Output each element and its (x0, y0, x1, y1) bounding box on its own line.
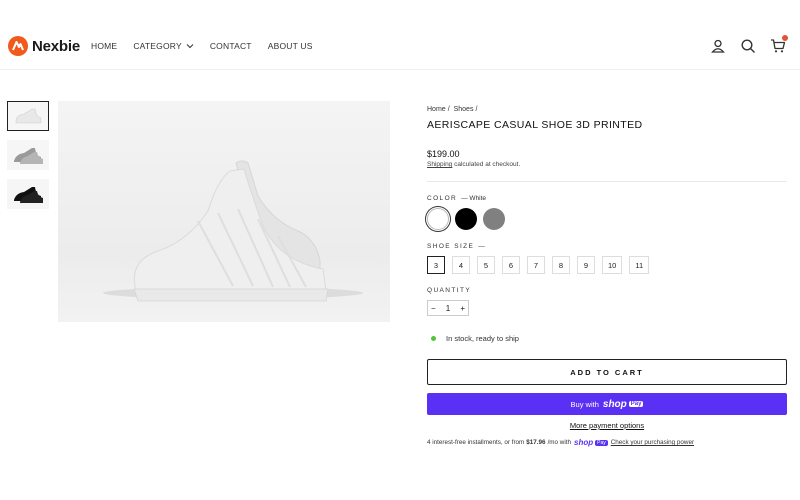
nav-home[interactable]: HOME (91, 41, 117, 51)
thumbnail-list (7, 101, 49, 218)
site-header: Nexbie HOME CATEGORY CONTACT ABOUT US (0, 0, 800, 70)
size-option[interactable]: 3 (427, 256, 445, 274)
brand-name: Nexbie (32, 37, 80, 55)
in-stock-dot-icon (431, 336, 436, 341)
product-title: AERISCAPE CASUAL SHOE 3D PRINTED (427, 119, 643, 131)
divider (427, 181, 787, 182)
shoe-thumbnail-image (15, 108, 42, 124)
qty-increase-button[interactable]: + (460, 304, 465, 313)
installments-note: 4 interest-free installments, or from $1… (427, 438, 695, 447)
size-option[interactable]: 9 (577, 256, 595, 274)
size-option[interactable]: 6 (502, 256, 520, 274)
size-label: SHOE SIZE — (427, 243, 485, 250)
shoe-illustration (103, 160, 363, 302)
shop-pay-logo: shop (602, 398, 627, 410)
product-info: Home / Shoes / AERISCAPE CASUAL SHOE 3D PR… (427, 106, 787, 447)
account-icon[interactable] (710, 38, 726, 54)
size-option[interactable]: 5 (477, 256, 495, 274)
brand-logo[interactable]: Nexbie (8, 36, 80, 56)
color-swatch-black[interactable] (455, 208, 477, 230)
size-options: 3 4 5 6 7 8 9 10 11 (427, 256, 787, 274)
search-icon[interactable] (740, 38, 756, 54)
more-payment-options-link[interactable]: More payment options (427, 421, 787, 430)
nav-category[interactable]: CATEGORY (133, 41, 194, 51)
shoe-thumbnail-image (14, 148, 43, 164)
shipping-note: Shipping calculated at checkout. (427, 161, 521, 168)
thumbnail-gray[interactable] (7, 140, 49, 170)
main-nav: HOME CATEGORY CONTACT ABOUT US (91, 41, 329, 51)
size-option[interactable]: 8 (552, 256, 570, 274)
nav-contact[interactable]: CONTACT (210, 41, 252, 51)
breadcrumb-home[interactable]: Home (427, 106, 446, 113)
size-option[interactable]: 7 (527, 256, 545, 274)
shipping-link[interactable]: Shipping (427, 161, 452, 168)
thumbnail-white[interactable] (7, 101, 49, 131)
logo-icon (8, 36, 28, 56)
quantity-label: QUANTITY (427, 287, 472, 294)
qty-decrease-button[interactable]: − (431, 304, 436, 313)
purchasing-power-link[interactable]: Check your purchasing power (611, 439, 694, 446)
product-main-image[interactable] (58, 101, 390, 322)
color-swatch-white[interactable] (427, 208, 449, 230)
thumbnail-black[interactable] (7, 179, 49, 209)
stock-status: In stock, ready to ship (427, 334, 787, 343)
size-option[interactable]: 4 (452, 256, 470, 274)
qty-value[interactable]: 1 (446, 304, 450, 313)
cart-badge (782, 35, 788, 41)
header-actions (696, 35, 788, 54)
quantity-stepper: − 1 + (427, 300, 469, 316)
shop-pay-button[interactable]: Buy with shop Pay (427, 393, 787, 415)
color-label: COLOR — White (427, 195, 487, 202)
nav-about[interactable]: ABOUT US (268, 41, 313, 51)
shop-pay-logo-inline: shop (574, 438, 594, 447)
size-option[interactable]: 11 (629, 256, 650, 274)
color-swatch-gray[interactable] (483, 208, 505, 230)
shoe-thumbnail-image (14, 187, 43, 203)
add-to-cart-button[interactable]: ADD TO CART (427, 359, 787, 385)
breadcrumb-shoes[interactable]: Shoes (454, 106, 474, 113)
size-option[interactable]: 10 (602, 256, 623, 274)
color-swatches (427, 208, 787, 230)
cart-button[interactable] (770, 35, 788, 54)
chevron-down-icon (186, 44, 194, 49)
product-price: $199.00 (427, 149, 460, 159)
breadcrumb: Home / Shoes / (427, 106, 478, 113)
